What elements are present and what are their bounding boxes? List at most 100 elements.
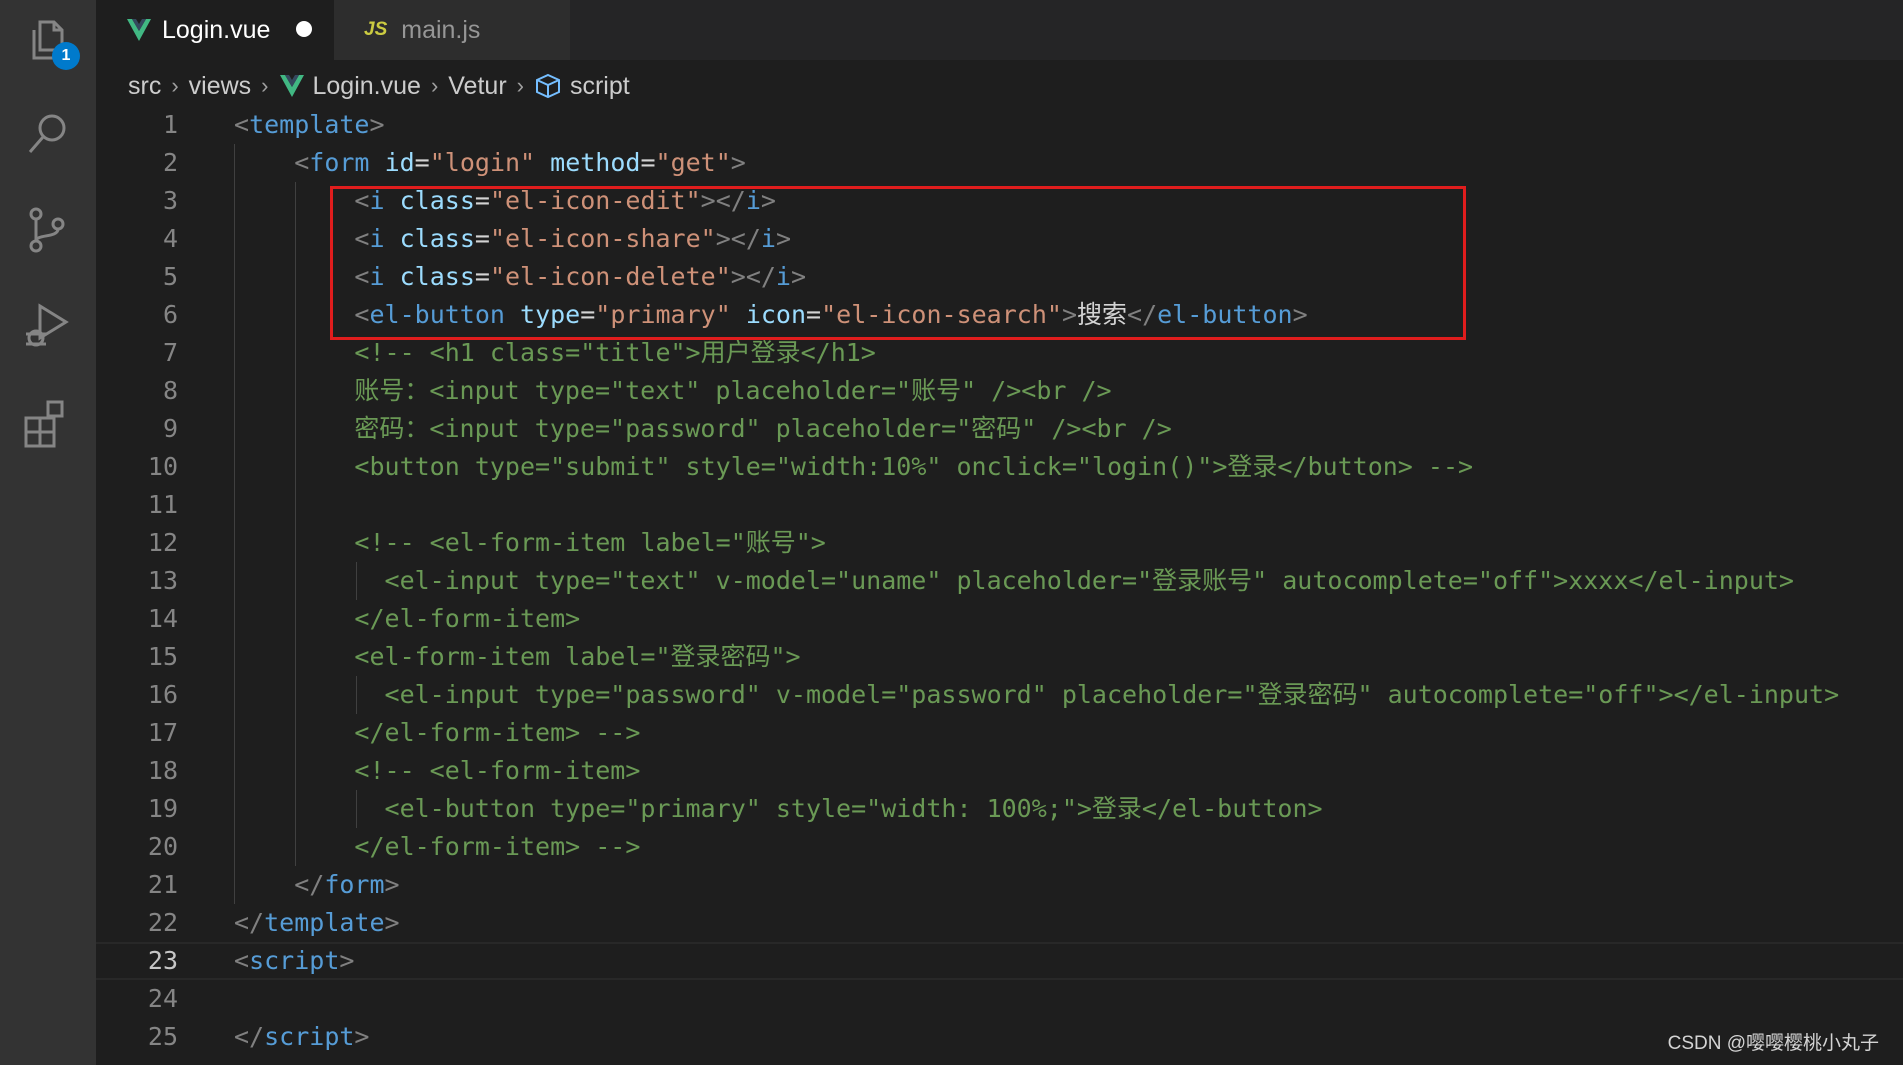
code-token: <el-input type="password" v-model="passw… — [384, 680, 1840, 709]
code-line[interactable]: 19 <el-button type="primary" style="widt… — [96, 790, 1903, 828]
line-number: 1 — [162, 110, 178, 139]
code-text: <!-- <el-form-item> — [234, 752, 640, 790]
code-text: <template> — [234, 106, 385, 144]
line-number: 11 — [147, 490, 178, 519]
code-token: "login" — [429, 148, 536, 177]
line-number: 5 — [162, 262, 178, 291]
code-line[interactable]: 2 <form id="login" method="get"> — [96, 144, 1903, 182]
explorer-badge: 1 — [52, 42, 80, 70]
code-line[interactable]: 11 — [96, 486, 1903, 524]
code-line[interactable]: 18 <!-- <el-form-item> — [96, 752, 1903, 790]
extensions-icon[interactable] — [22, 398, 74, 450]
code-token: </el-form-item> --> — [354, 832, 641, 861]
code-token: <button type="submit" style="width:10%" … — [354, 452, 1474, 481]
breadcrumb-src[interactable]: src — [128, 72, 161, 101]
code-line[interactable]: 22 </template> — [96, 904, 1903, 942]
run-debug-icon[interactable] — [22, 300, 74, 352]
chevron-right-icon: › — [430, 73, 439, 98]
code-line[interactable]: 15 <el-form-item label="登录密码"> — [96, 638, 1903, 676]
search-icon[interactable] — [22, 108, 74, 160]
code-line[interactable]: 13 <el-input type="text" v-model="uname"… — [96, 562, 1903, 600]
breadcrumb-vetur[interactable]: Vetur — [448, 72, 506, 101]
code-token: template — [264, 908, 385, 937]
code-line[interactable]: 21 </form> — [96, 866, 1903, 904]
code-token: form — [309, 148, 370, 177]
line-number: 12 — [147, 528, 178, 557]
code-line[interactable]: 10 <button type="submit" style="width:10… — [96, 448, 1903, 486]
code-token: method — [550, 148, 641, 177]
code-token: > — [384, 870, 400, 899]
code-text: 密码：<input type="password" placeholder="密… — [234, 410, 1172, 448]
code-token: 密码：<input type="password" placeholder="密… — [354, 414, 1172, 443]
breadcrumb-file[interactable]: Login.vue — [313, 72, 421, 101]
modified-indicator[interactable] — [296, 21, 312, 37]
code-token: id — [384, 148, 415, 177]
code-line[interactable]: 23 <script> — [96, 942, 1903, 980]
line-number: 22 — [147, 908, 178, 937]
code-token: </ — [294, 870, 325, 899]
chevron-right-icon: › — [516, 73, 524, 98]
line-number: 20 — [147, 832, 178, 861]
code-token: "get" — [655, 148, 731, 177]
line-number: 7 — [162, 338, 178, 367]
code-text: <form id="login" method="get"> — [234, 144, 746, 182]
code-line[interactable]: 12 <!-- <el-form-item label="账号"> — [96, 524, 1903, 562]
vscode-window: 1 Login.vue JS main.js src › views › Log… — [0, 0, 1903, 1065]
chevron-right-icon: › — [171, 73, 179, 98]
code-line[interactable]: 17 </el-form-item> --> — [96, 714, 1903, 752]
vue-icon — [279, 75, 304, 97]
code-line[interactable]: 9 密码：<input type="password" placeholder=… — [96, 410, 1903, 448]
line-number: 10 — [147, 452, 178, 481]
explorer-icon[interactable]: 1 — [22, 14, 80, 70]
source-control-icon[interactable] — [22, 204, 74, 256]
tab-label: main.js — [401, 15, 481, 44]
js-icon: JS — [364, 19, 388, 40]
code-text: </form> — [234, 866, 400, 904]
line-number: 3 — [162, 186, 178, 215]
code-line[interactable]: 20 </el-form-item> --> — [96, 828, 1903, 866]
line-number: 13 — [147, 566, 178, 595]
tab-main-js[interactable]: JS main.js — [334, 0, 570, 60]
chevron-right-icon: › — [261, 73, 269, 98]
code-line[interactable]: 14 </el-form-item> — [96, 600, 1903, 638]
line-number: 25 — [147, 1022, 178, 1051]
code-text: 账号：<input type="text" placeholder="账号" /… — [234, 372, 1112, 410]
activity-bar: 1 — [0, 0, 96, 1065]
line-number: 18 — [147, 756, 178, 785]
code-text: <script> — [234, 944, 354, 978]
code-token: = — [640, 148, 656, 177]
code-token: script — [249, 946, 340, 975]
code-text: <!-- <el-form-item label="账号"> — [234, 524, 825, 562]
code-line[interactable]: 25 </script> — [96, 1018, 1903, 1056]
code-text: <el-input type="text" v-model="uname" pl… — [234, 562, 1794, 600]
code-text: </el-form-item> --> — [234, 828, 640, 866]
tab-bar: Login.vue JS main.js — [96, 0, 1903, 60]
code-line[interactable]: 8 账号：<input type="text" placeholder="账号"… — [96, 372, 1903, 410]
code-line[interactable]: 1 <template> — [96, 106, 1903, 144]
code-token: > — [369, 110, 385, 139]
code-token: template — [249, 110, 370, 139]
code-token: </ — [234, 908, 265, 937]
line-number: 16 — [147, 680, 178, 709]
code-text: </el-form-item> --> — [234, 714, 640, 752]
breadcrumb-views[interactable]: views — [189, 72, 252, 101]
breadcrumb-script[interactable]: script — [570, 72, 630, 101]
line-number: 24 — [147, 984, 178, 1013]
tab-login-vue[interactable]: Login.vue — [96, 0, 334, 60]
code-token: 账号：<input type="text" placeholder="账号" /… — [354, 376, 1112, 405]
code-line[interactable]: 16 <el-input type="password" v-model="pa… — [96, 676, 1903, 714]
code-line[interactable]: 24 — [96, 980, 1903, 1018]
code-token: </el-form-item> --> — [354, 718, 641, 747]
